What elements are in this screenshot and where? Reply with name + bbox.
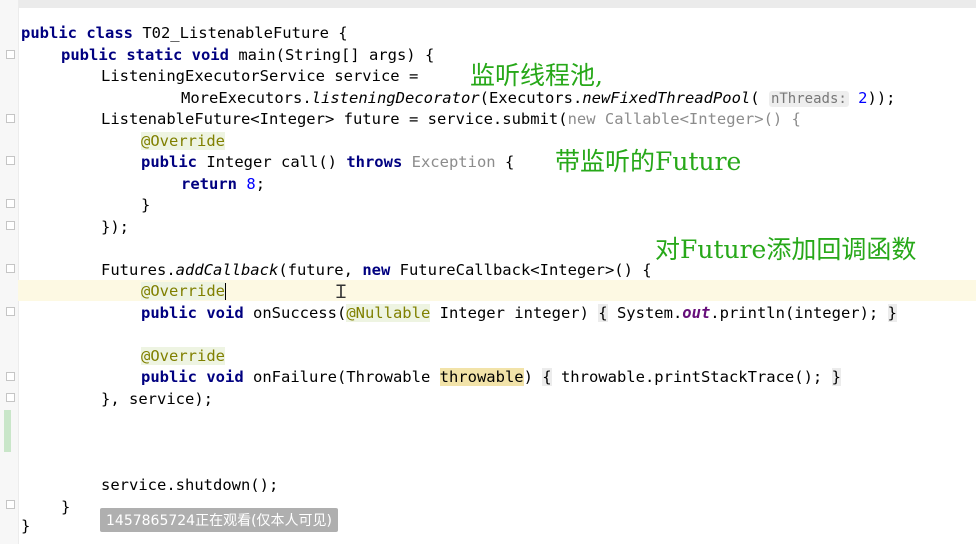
code-line-10: }); xyxy=(101,217,129,238)
code-text: ; xyxy=(255,175,266,193)
code-line-16: @Override xyxy=(141,346,225,367)
code-text: } xyxy=(141,196,151,214)
code-text: main(String[] args) { xyxy=(228,46,435,64)
keyword: new xyxy=(362,261,391,279)
code-text: FutureCallback<Integer>() { xyxy=(390,261,652,279)
code-line-5: ListenableFuture<Integer> future = servi… xyxy=(101,109,801,130)
code-line-3: ListeningExecutorService service = xyxy=(101,66,418,87)
code-text: } xyxy=(21,517,31,535)
code-line-22: service.shutdown(); xyxy=(101,475,278,496)
code-text: } xyxy=(61,498,71,516)
method-italic: addCallback xyxy=(175,261,279,279)
keyword: public void xyxy=(141,304,244,322)
viewer-watermark: 1457865724正在观看(仅本人可见) xyxy=(100,508,338,532)
code-line-9: } xyxy=(141,195,150,216)
code-text: onSuccess( xyxy=(243,304,347,322)
code-text: System. xyxy=(607,304,683,322)
code-text: ListenableFuture<Integer> future = servi… xyxy=(101,110,568,128)
code-text: T02_ListenableFuture { xyxy=(132,24,348,42)
keyword: public class xyxy=(21,24,133,42)
folded-brace[interactable]: { xyxy=(542,368,552,386)
annotation: @Override xyxy=(141,132,225,150)
annotation: @Nullable xyxy=(346,304,431,322)
method-italic: newFixedThreadPool xyxy=(582,89,751,107)
keyword: public void xyxy=(141,368,244,386)
code-text: }, service); xyxy=(101,390,213,408)
code-line-17: public void onFailure(Throwable throwabl… xyxy=(141,367,841,388)
code-text: }); xyxy=(101,218,129,236)
code-text: (future, xyxy=(278,261,363,279)
static-field: out xyxy=(682,304,711,322)
highlighted-identifier[interactable]: throwable xyxy=(439,368,524,386)
code-line-12: Futures.addCallback(future, new FutureCa… xyxy=(101,260,652,281)
code-text-dim: Callable<Integer>() { xyxy=(595,110,801,128)
folded-brace[interactable]: } xyxy=(887,304,897,322)
code-line-2: public static void main(String[] args) { xyxy=(61,45,434,66)
code-text: ) xyxy=(523,368,543,386)
code-text: throwable.printStackTrace(); xyxy=(551,368,832,386)
handwritten-note-listening-pool: 监听线程池, xyxy=(470,61,603,90)
keyword-dim: new xyxy=(567,110,596,128)
code-text: MoreExecutors. xyxy=(181,89,312,107)
code-line-18: }, service); xyxy=(101,389,213,410)
keyword: public static void xyxy=(61,46,229,64)
code-line-24: } xyxy=(21,516,30,537)
code-line-14: public void onSuccess(@Nullable Integer … xyxy=(141,303,897,324)
code-text: )); xyxy=(867,89,896,107)
code-line-7: public Integer call() throws Exception { xyxy=(141,152,514,173)
folded-brace[interactable]: } xyxy=(831,368,841,386)
parameter-hint: nThreads: xyxy=(768,91,849,107)
code-line-1: public class T02_ListenableFuture { xyxy=(21,23,348,44)
code-text: .println(integer); xyxy=(710,304,888,322)
annotation: @Override xyxy=(141,347,225,365)
number-literal: 2 xyxy=(858,89,868,107)
code-line-23: } xyxy=(61,497,70,518)
code-text: service.shutdown(); xyxy=(101,476,279,494)
text-caret xyxy=(225,283,226,300)
code-line-13: @Override xyxy=(141,281,226,302)
code-text: Integer integer) xyxy=(430,304,599,322)
code-text: ListeningExecutorService service = xyxy=(101,67,419,85)
code-text-dim: Exception xyxy=(402,153,505,171)
keyword: return xyxy=(181,175,237,193)
code-text: onFailure(Throwable xyxy=(243,368,440,386)
code-text: Integer call() xyxy=(197,153,347,171)
handwritten-note-listening-future: 带监听的Future xyxy=(555,147,742,176)
code-line-8: return 8; xyxy=(181,174,265,195)
number-literal: 8 xyxy=(246,175,256,193)
code-text: ( xyxy=(750,89,769,107)
method-italic: listeningDecorator xyxy=(311,89,480,107)
folded-brace[interactable]: { xyxy=(598,304,608,322)
text-cursor-icon: Ｉ xyxy=(332,282,350,303)
code-text: Futures. xyxy=(101,261,176,279)
keyword: public xyxy=(141,153,197,171)
keyword: throws xyxy=(346,153,403,171)
code-text: { xyxy=(504,153,515,171)
handwritten-note-add-callback: 对Future添加回调函数 xyxy=(655,235,917,264)
code-line-6: @Override xyxy=(141,131,225,152)
annotation: @Override xyxy=(141,282,225,300)
